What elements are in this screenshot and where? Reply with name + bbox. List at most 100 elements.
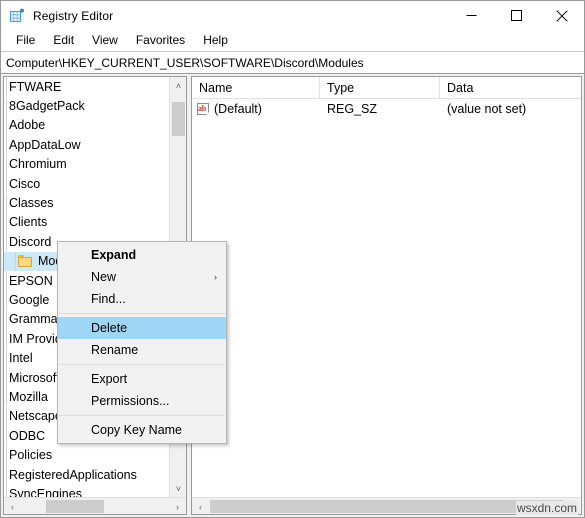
tree-connector-line [5, 426, 8, 446]
scroll-right-icon[interactable]: › [169, 498, 186, 514]
tree-item-label: Microsoft [9, 370, 60, 385]
column-header-name[interactable]: Name [192, 77, 320, 99]
context-menu-item-find[interactable]: Find... [58, 288, 226, 310]
tree-connector-line [5, 348, 8, 368]
tree-item-clients[interactable]: Clients [4, 212, 169, 232]
context-menu-item-label: Find... [91, 292, 126, 306]
address-path: Computer\HKEY_CURRENT_USER\SOFTWARE\Disc… [6, 55, 364, 70]
minimize-icon [466, 15, 477, 16]
context-menu-separator [59, 364, 225, 365]
context-menu-item-label: Copy Key Name [91, 423, 183, 437]
maximize-icon [511, 10, 522, 21]
menu-item-view[interactable]: View [83, 31, 127, 50]
tree-connector-line [5, 96, 8, 116]
tree-item-syncengines[interactable]: SyncEngines [4, 484, 169, 497]
tree-item-label: Google [9, 292, 50, 307]
context-menu-item-delete[interactable]: Delete [58, 317, 226, 339]
context-menu-item-new[interactable]: New › [58, 266, 226, 288]
tree-item-label: EPSON [9, 273, 53, 288]
context-menu-item-label: Permissions... [91, 394, 170, 408]
tree-item-label: Mozilla [9, 389, 48, 404]
tree-connector-line [5, 115, 8, 135]
tree-connector-line [5, 271, 8, 291]
value-name-cell: ab (Default) [192, 102, 320, 116]
tree-connector-line [5, 329, 8, 349]
registry-values-list[interactable]: ab (Default) REG_SZ (value not set) [192, 99, 581, 497]
string-value-icon: ab [197, 102, 210, 116]
tree-item-label: Clients [9, 215, 48, 230]
tree-item-registeredapplications[interactable]: RegisteredApplications [4, 465, 169, 484]
tree-connector-line [5, 174, 8, 194]
window-controls [449, 1, 584, 30]
tree-connector-line [5, 406, 8, 426]
window-title: Registry Editor [33, 8, 114, 23]
address-bar[interactable]: Computer\HKEY_CURRENT_USER\SOFTWARE\Disc… [1, 52, 584, 74]
tree-item-ftware[interactable]: FTWARE [4, 77, 169, 97]
tree-connector-line [5, 135, 8, 155]
tree-item-cisco[interactable]: Cisco [4, 174, 169, 194]
scroll-left-icon[interactable]: ‹ [4, 498, 21, 514]
tree-item-classes[interactable]: Classes [4, 193, 169, 213]
menu-bar: File Edit View Favorites Help [1, 30, 584, 52]
tree-item-appdatalow[interactable]: AppDataLow [4, 135, 169, 155]
scroll-up-icon[interactable]: ˄ [170, 77, 186, 94]
registry-editor-icon [9, 8, 25, 24]
context-menu-item-expand[interactable]: Expand [58, 244, 226, 266]
tree-connector-line [14, 251, 17, 271]
watermark: wsxdn.com [515, 501, 578, 515]
context-menu-item-export[interactable]: Export [58, 368, 226, 390]
tree-item-label: ODBC [9, 428, 46, 443]
tree-item-label: RegisteredApplications [9, 467, 137, 482]
registry-key-context-menu[interactable]: Expand New › Find... Delete Rename Export Permi… [57, 241, 227, 444]
context-menu-item-label: Rename [91, 343, 139, 357]
value-type-cell: REG_SZ [327, 102, 378, 116]
tree-item-label: Classes [9, 196, 54, 211]
tree-hscroll-thumb[interactable] [46, 500, 104, 513]
tree-item-label: SyncEngines [9, 486, 82, 497]
close-button[interactable] [539, 1, 584, 30]
column-header-data[interactable]: Data [440, 77, 581, 99]
menu-item-help[interactable]: Help [194, 31, 237, 50]
context-menu-item-label: Expand [91, 248, 137, 262]
menu-item-favorites[interactable]: Favorites [127, 31, 194, 50]
context-menu-separator [59, 313, 225, 314]
tree-connector-line [5, 309, 8, 329]
context-menu-item-copy-key-name[interactable]: Copy Key Name [58, 419, 226, 441]
tree-vscroll-thumb[interactable] [172, 102, 185, 136]
tree-item-label: Policies [9, 448, 53, 463]
tree-item-chromium[interactable]: Chromium [4, 154, 169, 174]
tree-connector-line [5, 465, 8, 484]
tree-connector-line [5, 484, 8, 497]
value-name-label: (Default) [214, 102, 262, 116]
tree-item-8gadgetpack[interactable]: 8GadgetPack [4, 96, 169, 116]
tree-connector-line [5, 290, 8, 310]
tree-connector-line [5, 212, 8, 232]
title-bar[interactable]: Registry Editor [1, 1, 584, 30]
scroll-left-icon[interactable]: ‹ [192, 498, 209, 514]
tree-connector-line [5, 193, 8, 213]
maximize-button[interactable] [494, 1, 539, 30]
table-row[interactable]: ab (Default) REG_SZ (value not set) [192, 99, 581, 119]
tree-connector-line [5, 154, 8, 174]
list-hscroll-thumb[interactable] [210, 500, 563, 513]
folder-icon [18, 254, 33, 268]
value-data-cell: (value not set) [447, 102, 527, 116]
context-menu-item-label: Delete [91, 321, 128, 335]
tree-item-label: 8GadgetPack [9, 99, 85, 114]
scroll-down-icon[interactable]: ˅ [170, 480, 186, 497]
menu-item-file[interactable]: File [7, 31, 44, 50]
minimize-button[interactable] [449, 1, 494, 30]
tree-item-label: Netscape [9, 409, 62, 424]
list-column-headers: Name Type Data [192, 77, 581, 99]
context-menu-item-rename[interactable]: Rename [58, 339, 226, 361]
tree-item-adobe[interactable]: Adobe [4, 115, 169, 135]
tree-item-label: Adobe [9, 118, 46, 133]
tree-item-policies[interactable]: Policies [4, 445, 169, 465]
tree-horizontal-scrollbar[interactable]: ‹ › [4, 497, 186, 514]
context-menu-separator [59, 415, 225, 416]
context-menu-item-permissions[interactable]: Permissions... [58, 390, 226, 412]
tree-connector-line [5, 445, 8, 465]
context-menu-item-label: Export [91, 372, 128, 386]
menu-item-edit[interactable]: Edit [44, 31, 83, 50]
column-header-type[interactable]: Type [320, 77, 440, 99]
